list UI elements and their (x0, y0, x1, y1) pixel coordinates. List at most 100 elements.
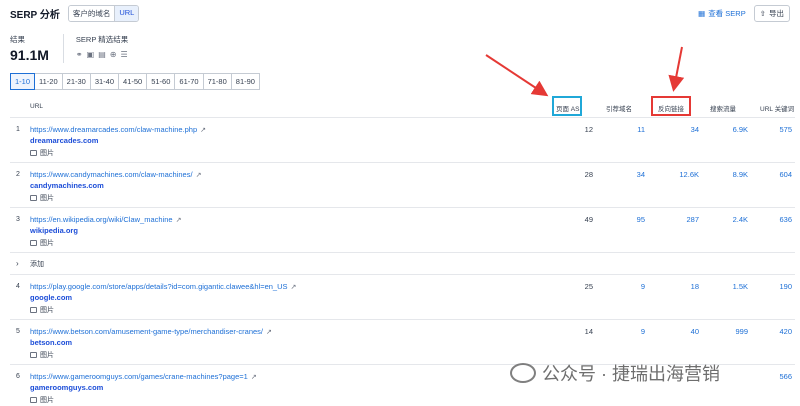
toggle-customer-domain[interactable]: 客户的域名 (68, 5, 116, 21)
table-row: 4 https://play.google.com/store/apps/deta… (10, 275, 795, 320)
page-button[interactable]: 11-20 (34, 73, 63, 90)
result-url[interactable]: https://www.candymachines.com/claw-machi… (30, 170, 201, 179)
external-link-icon[interactable]: ↗ (291, 283, 297, 291)
feature-icons: ⚭ ▣ ▤ ⊕ ☰ (76, 50, 128, 59)
ref-domains-value[interactable]: 11 (637, 125, 645, 134)
result-domain[interactable]: betson.com (30, 338, 72, 347)
image-feature: 图片 (30, 238, 54, 248)
keywords-value[interactable]: 420 (779, 327, 792, 336)
url-text[interactable]: https://www.dreamarcades.com/claw-machin… (30, 125, 197, 134)
image-feature: 图片 (30, 395, 54, 405)
traffic-value[interactable]: 2.4K (733, 215, 748, 224)
page-button[interactable]: 21-30 (61, 73, 91, 90)
url-text[interactable]: https://www.betson.com/amusement-game-ty… (30, 327, 263, 336)
rank: 2 (16, 171, 20, 178)
header-traffic[interactable]: 搜索流量 (710, 103, 736, 113)
keywords-value[interactable]: 636 (779, 215, 792, 224)
image-label: 图片 (40, 352, 54, 359)
page-button[interactable]: 41-50 (118, 73, 148, 90)
keywords-value[interactable]: 575 (779, 125, 792, 134)
export-button[interactable]: ⇧ 导出 (753, 5, 790, 22)
ref-domains-value[interactable]: 9 (641, 282, 645, 291)
rank: 6 (16, 373, 20, 380)
keywords-value[interactable]: 190 (779, 282, 792, 291)
image-label: 图片 (40, 397, 54, 404)
chevron-right-icon[interactable]: › (16, 259, 19, 268)
ref-domains-value[interactable]: 9 (641, 327, 645, 336)
page-button[interactable]: 71-80 (202, 73, 232, 90)
url-text[interactable]: https://play.google.com/store/apps/detai… (30, 282, 288, 291)
backlinks-value[interactable]: 287 (686, 215, 699, 224)
backlinks-highlight (651, 96, 691, 116)
list-icon[interactable]: ☰ (120, 50, 127, 59)
serp-icon: ▦ (698, 9, 706, 18)
image-pack-icon[interactable]: ▤ (98, 50, 106, 59)
result-url[interactable]: https://play.google.com/store/apps/detai… (30, 282, 296, 291)
backlinks-value[interactable]: 18 (691, 282, 699, 291)
header-url[interactable]: URL (30, 103, 43, 110)
image-icon[interactable]: ▣ (87, 50, 95, 59)
url-text[interactable]: https://www.candymachines.com/claw-machi… (30, 170, 193, 179)
url-text[interactable]: https://en.wikipedia.org/wiki/Claw_machi… (30, 215, 173, 224)
result-domain[interactable]: candymachines.com (30, 181, 104, 190)
page-button[interactable]: 1-10 (10, 73, 36, 90)
rank: 4 (16, 283, 20, 290)
page-as-value: 49 (584, 215, 593, 224)
result-url[interactable]: https://www.betson.com/amusement-game-ty… (30, 327, 272, 336)
serp-features-stat: SERP 精选结果 ⚭ ▣ ▤ ⊕ ☰ (62, 34, 142, 63)
toggle-url[interactable]: URL (115, 5, 139, 21)
image-label: 图片 (40, 240, 54, 247)
result-url[interactable]: https://www.dreamarcades.com/claw-machin… (30, 125, 206, 134)
plus-circle-icon[interactable]: ⊕ (110, 50, 117, 59)
view-serp-label: 查看 SERP (708, 9, 746, 18)
traffic-value[interactable]: 6.9K (733, 125, 748, 134)
result-url[interactable]: https://www.gameroomguys.com/games/crane… (30, 372, 257, 381)
page-as-value: 12 (584, 125, 593, 134)
keywords-value[interactable]: 604 (779, 170, 792, 179)
external-link-icon[interactable]: ↗ (251, 373, 257, 381)
ref-domains-value[interactable]: 34 (637, 170, 645, 179)
external-link-icon[interactable]: ↗ (176, 216, 182, 224)
top-actions: ▦ 查看 SERP ⇧ 导出 (698, 5, 790, 22)
result-domain[interactable]: dreamarcades.com (30, 136, 98, 145)
page-button[interactable]: 61-70 (174, 73, 204, 90)
page-button[interactable]: 31-40 (89, 73, 120, 90)
traffic-value[interactable]: 1.5K (733, 282, 748, 291)
results-stat: 结果 91.1M (10, 34, 63, 63)
keywords-value[interactable]: 566 (779, 372, 792, 381)
add-row[interactable]: › 添加 (10, 253, 795, 275)
traffic-value[interactable]: 8.9K (733, 170, 748, 179)
result-domain[interactable]: wikipedia.org (30, 226, 78, 235)
export-label: 导出 (769, 9, 784, 18)
header-ref-domains[interactable]: 引荐域名 (606, 103, 632, 113)
external-link-icon[interactable]: ↗ (196, 171, 202, 179)
results-label: 结果 (10, 35, 25, 44)
image-icon (30, 352, 37, 358)
backlinks-value[interactable]: 12.6K (679, 170, 699, 179)
backlinks-value[interactable]: 34 (691, 125, 699, 134)
image-label: 图片 (40, 150, 54, 157)
external-link-icon[interactable]: ↗ (266, 328, 272, 336)
table-row: 3 https://en.wikipedia.org/wiki/Claw_mach… (10, 208, 795, 253)
image-feature: 图片 (30, 193, 54, 203)
traffic-value[interactable]: 999 (735, 327, 748, 336)
table-row: 1 https://www.dreamarcades.com/claw-machi… (10, 118, 795, 163)
header-keywords[interactable]: URL 关键词 (760, 103, 794, 113)
rank: 3 (16, 216, 20, 223)
result-domain[interactable]: google.com (30, 293, 72, 302)
page-button[interactable]: 81-90 (230, 73, 260, 90)
ref-domains-value[interactable]: 95 (637, 215, 645, 224)
result-domain[interactable]: gameroomguys.com (30, 383, 103, 392)
backlinks-value[interactable]: 40 (691, 327, 699, 336)
result-url[interactable]: https://en.wikipedia.org/wiki/Claw_machi… (30, 215, 181, 224)
pagination: 1-10 11-20 21-30 31-40 41-50 51-60 61-70 71-80 8… (10, 73, 260, 90)
external-link-icon[interactable]: ↗ (200, 126, 206, 134)
mode-toggle[interactable]: 客户的域名 URL (67, 4, 140, 22)
image-feature: 图片 (30, 350, 54, 360)
wechat-icon (510, 363, 536, 383)
link-icon[interactable]: ⚭ (76, 50, 83, 59)
view-serp-link[interactable]: ▦ 查看 SERP (698, 8, 746, 19)
url-text[interactable]: https://www.gameroomguys.com/games/crane… (30, 372, 248, 381)
page-button[interactable]: 51-60 (146, 73, 176, 90)
table-row: 2 https://www.candymachines.com/claw-mach… (10, 163, 795, 208)
